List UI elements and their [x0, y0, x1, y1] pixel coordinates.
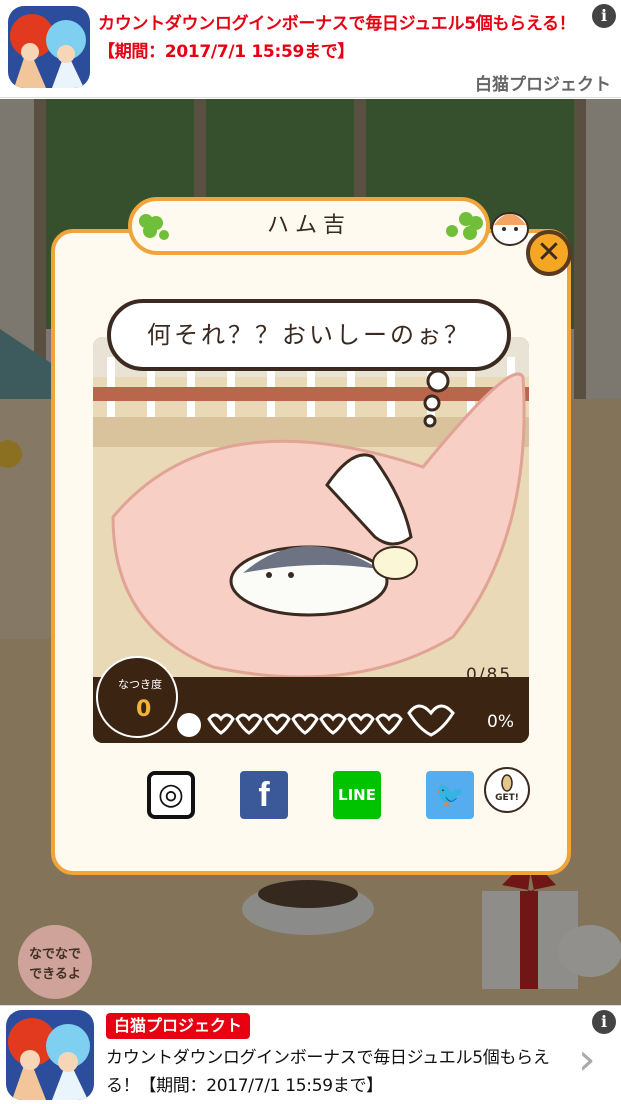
- chevron-right-icon[interactable]: ›: [578, 1038, 596, 1082]
- instagram-icon: ◎: [157, 777, 185, 812]
- app-icon[interactable]: [8, 6, 90, 88]
- close-button[interactable]: ✕: [526, 230, 572, 276]
- info-icon[interactable]: i: [592, 1010, 616, 1034]
- top-ad-banner[interactable]: カウントダウンログインボーナスで毎日ジュエル5個もらえる！【期間：2017/7/…: [0, 0, 621, 98]
- info-icon[interactable]: i: [592, 4, 616, 28]
- bottom-ad-banner[interactable]: 白猫プロジェクト カウントダウンログインボーナスで毎日ジュエル5個もらえる！【期…: [0, 1005, 621, 1104]
- pet-hint-line-2: できるよ: [29, 967, 81, 982]
- level-label: Lv: [179, 721, 196, 736]
- ad-headline[interactable]: カウントダウンログインボーナスで毎日ジュエル5個もらえる！【期間：2017/7/…: [106, 1044, 576, 1100]
- clover-icon: [139, 214, 169, 240]
- line-icon: LINE: [338, 786, 376, 804]
- affinity-label: なつき度: [118, 678, 162, 691]
- twitter-share-button[interactable]: 🐦: [426, 771, 474, 819]
- brand-badge: 白猫プロジェクト: [106, 1013, 251, 1039]
- speech-bubble: 何それ？？おいしーのぉ？: [107, 299, 511, 371]
- line-share-button[interactable]: LINE: [333, 771, 381, 819]
- ad-brand-name: 白猫プロジェクト: [475, 75, 611, 95]
- pet-hint-bubble[interactable]: なでなで できるよ: [18, 925, 92, 999]
- hamster-name: ハム吉: [266, 213, 351, 238]
- hamster-mascot-icon: [491, 212, 529, 246]
- get-label: GET!: [495, 793, 519, 803]
- app-icon[interactable]: [6, 1010, 94, 1100]
- facebook-share-button[interactable]: f: [240, 771, 288, 819]
- facebook-icon: f: [258, 776, 270, 814]
- seed-count: 0/85: [466, 665, 513, 685]
- clover-icon: [446, 212, 483, 240]
- heart-percent: 0%: [487, 712, 514, 732]
- get-seed-badge[interactable]: GET!: [484, 767, 530, 813]
- thought-bubble-tail: [423, 369, 450, 428]
- game-scene: なでなで できるよ ハム吉 ✕ 何それ？？おいしーのぉ？ なつき度 0 Lv 0…: [0, 99, 621, 1005]
- pet-hint-line-1: なでなで: [28, 947, 81, 962]
- affinity-value: 0: [136, 697, 152, 722]
- hamster-name-plate: ハム吉: [128, 197, 490, 255]
- seed-icon: [501, 774, 513, 792]
- ad-headline[interactable]: カウントダウンログインボーナスで毎日ジュエル5個もらえる！【期間：2017/7/…: [98, 10, 584, 66]
- instagram-share-button[interactable]: ◎: [147, 771, 195, 819]
- twitter-icon: 🐦: [435, 781, 465, 809]
